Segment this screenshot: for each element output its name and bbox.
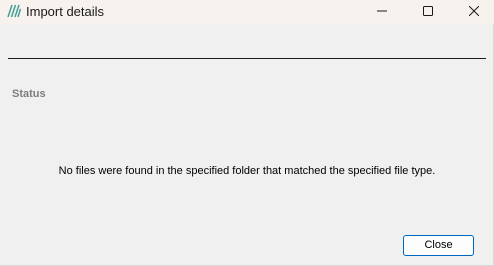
- import-details-dialog: Import details Status No files were foun…: [0, 0, 494, 266]
- status-message: No files were found in the specified fol…: [58, 165, 436, 177]
- title-bar[interactable]: Import details: [0, 0, 494, 24]
- maximize-icon: [423, 3, 433, 21]
- minimize-icon: [377, 3, 387, 21]
- window-title: Import details: [26, 4, 105, 19]
- minimize-button[interactable]: [359, 0, 405, 24]
- status-section-label: Status: [12, 88, 46, 100]
- app-logo-icon: [7, 4, 22, 18]
- close-button[interactable]: Close: [403, 235, 474, 256]
- header-divider: [8, 58, 486, 59]
- close-icon: [468, 3, 480, 21]
- maximize-button[interactable]: [405, 0, 451, 24]
- close-window-button[interactable]: [451, 0, 494, 24]
